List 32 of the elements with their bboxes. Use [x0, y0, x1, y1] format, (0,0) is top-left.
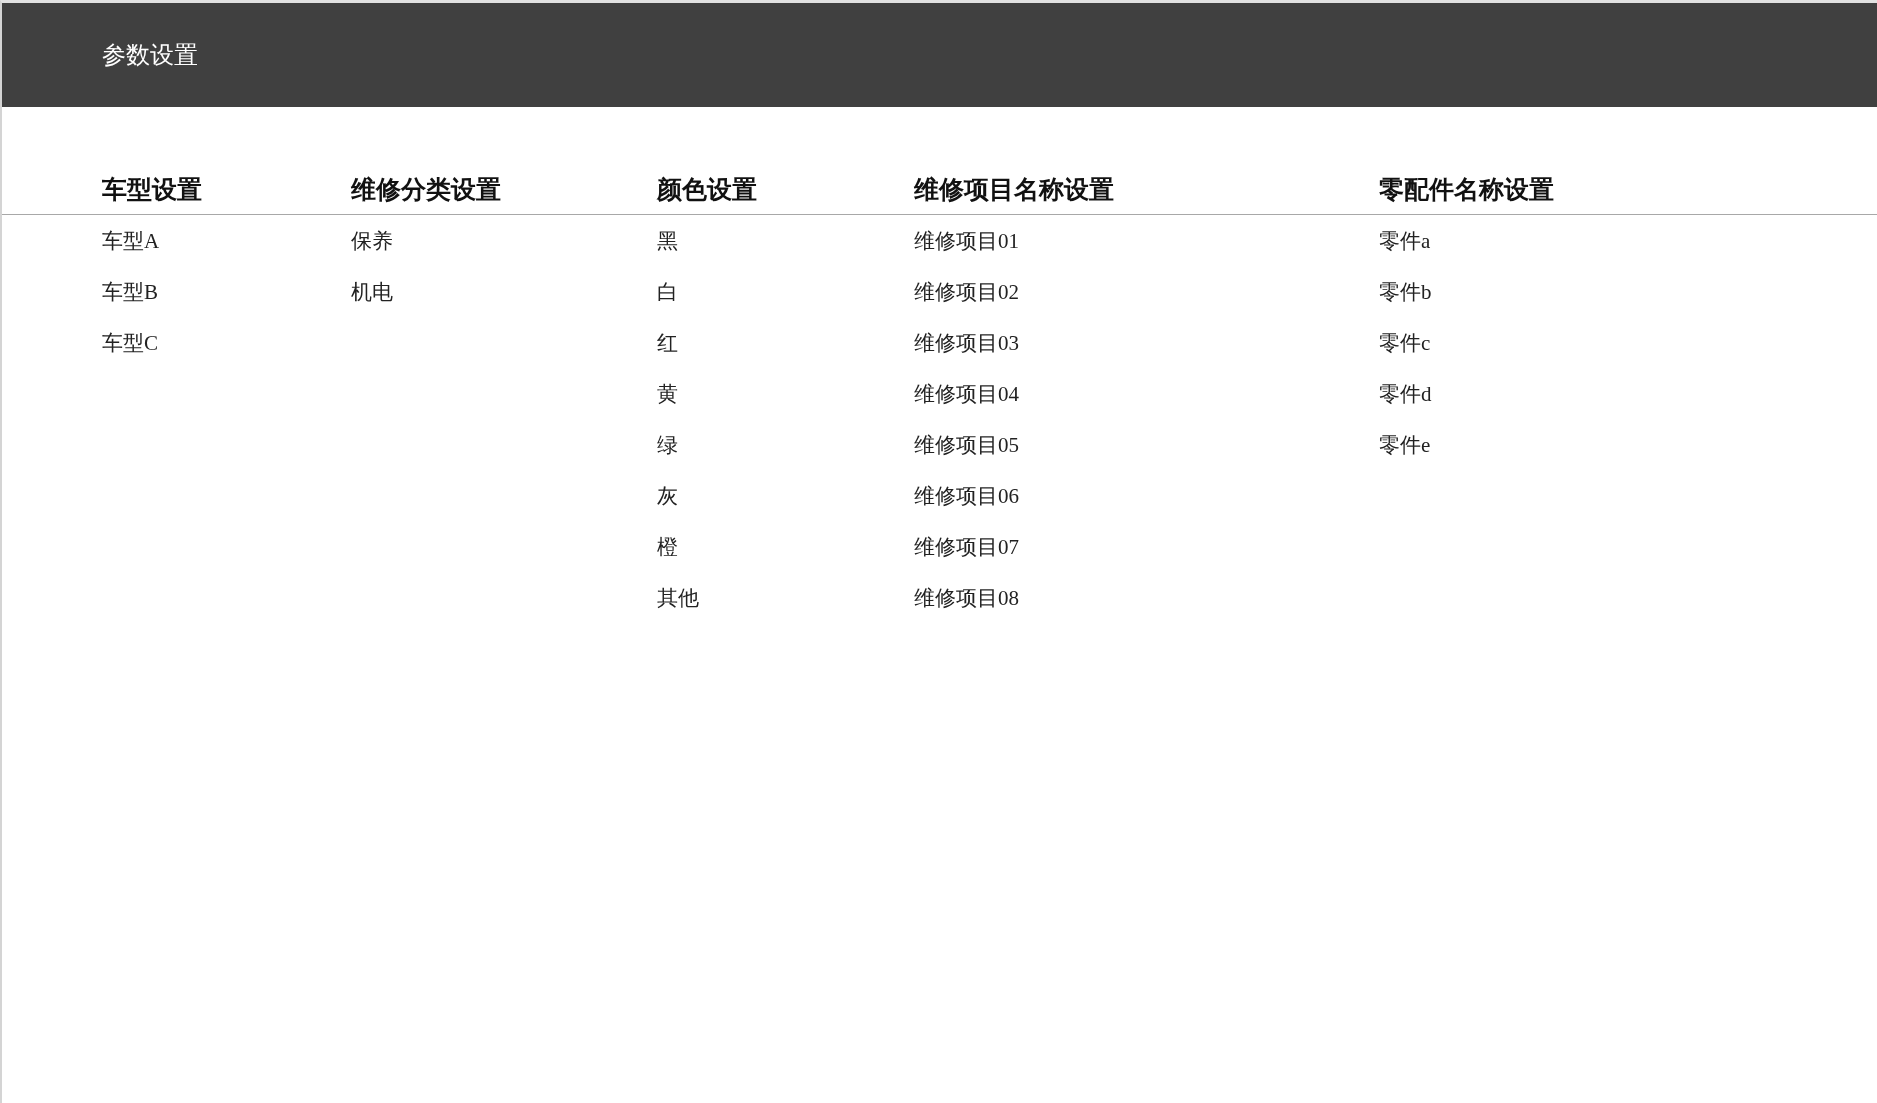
column-heading: 维修项目名称设置: [914, 175, 1115, 205]
table-cell-text: 维修项目05: [914, 431, 1020, 459]
column-heading: 零配件名称设置: [1379, 175, 1555, 205]
page-title: 参数设置: [102, 41, 198, 70]
table-cell-text: 车型C: [102, 329, 159, 357]
table-cell-text: 零件d: [1379, 380, 1433, 408]
table-cell-text: 橙: [657, 533, 679, 561]
table-cell-text: 维修项目01: [914, 227, 1020, 255]
column-heading: 维修分类设置: [351, 175, 502, 205]
table-cell-text: 零件b: [1379, 278, 1433, 306]
column-heading: 颜色设置: [657, 175, 758, 205]
table-cell-text: 红: [657, 329, 679, 357]
table-cell-text: 黑: [657, 227, 679, 255]
table-cell-text: 车型A: [102, 227, 161, 255]
table-cell-text: 白: [657, 278, 679, 306]
table-cell-text: 车型B: [102, 278, 159, 306]
table-cell-text: 维修项目02: [914, 278, 1020, 306]
table-cell-text: 维修项目04: [914, 380, 1020, 408]
table-cell-text: 机电: [351, 278, 394, 306]
column-heading: 车型设置: [102, 175, 203, 205]
table-cell-text: 保养: [351, 227, 394, 255]
table-cell-text: 零件a: [1379, 227, 1432, 255]
table-cell-text: 维修项目03: [914, 329, 1020, 357]
table-cell-text: 维修项目07: [914, 533, 1020, 561]
table-cell-text: 灰: [657, 482, 679, 510]
table-cell-text: 其他: [657, 584, 700, 612]
table-cell-text: 维修项目06: [914, 482, 1020, 510]
table-cell-text: 零件e: [1379, 431, 1432, 459]
table-cell-text: 维修项目08: [914, 584, 1020, 612]
table-cell-text: 绿: [657, 431, 679, 459]
table-cell-text: 零件c: [1379, 329, 1432, 357]
table-cell-text: 黄: [657, 380, 679, 408]
